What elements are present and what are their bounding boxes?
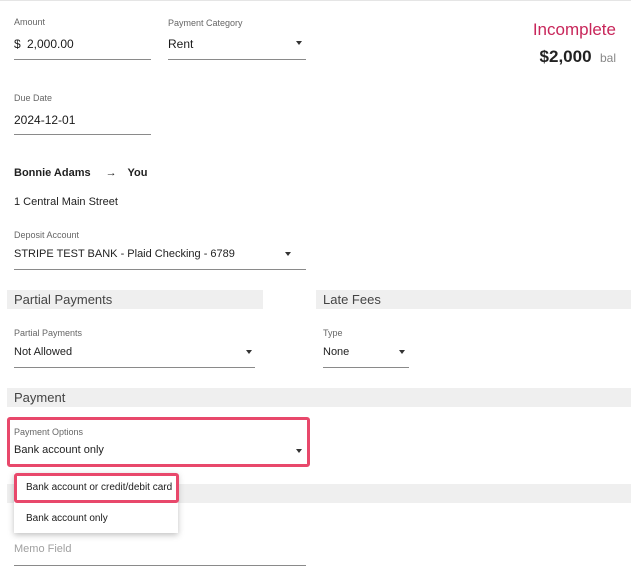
- deposit-account-label: Deposit Account: [14, 230, 80, 240]
- payment-category-label: Payment Category: [168, 18, 243, 28]
- chevron-down-icon: [296, 449, 302, 453]
- payment-options-label: Payment Options: [14, 427, 84, 437]
- late-fee-type-underline: [323, 367, 409, 368]
- due-date-field[interactable]: Due Date 2024-12-01: [14, 93, 151, 137]
- top-border: [0, 0, 631, 1]
- payment-options-value: Bank account only: [14, 444, 104, 456]
- partial-payments-underline: [14, 367, 255, 368]
- amount-value[interactable]: 2,000.00: [27, 37, 74, 51]
- late-fee-type-value: None: [323, 346, 350, 358]
- deposit-account-value: STRIPE TEST BANK - Plaid Checking - 6789: [14, 248, 235, 260]
- partial-payments-label: Partial Payments: [14, 328, 83, 338]
- chevron-down-icon: [296, 41, 302, 45]
- due-date-underline: [14, 134, 151, 135]
- chevron-down-icon: [285, 252, 291, 256]
- deposit-account-underline: [14, 269, 306, 270]
- menu-option-bank-only[interactable]: Bank account only: [26, 513, 108, 524]
- partial-payments-section-title: Partial Payments: [14, 292, 113, 307]
- partial-payments-section-header: Partial Payments: [7, 290, 263, 309]
- late-fees-section-title: Late Fees: [323, 292, 381, 307]
- payee-name: You: [127, 167, 148, 179]
- amount-label: Amount: [14, 17, 46, 27]
- due-date-label: Due Date: [14, 93, 53, 103]
- partial-payments-value: Not Allowed: [14, 346, 73, 358]
- memo-field[interactable]: Memo Field: [14, 540, 306, 568]
- amount-currency: $: [14, 37, 21, 51]
- late-fees-section-header: Late Fees: [316, 290, 631, 309]
- menu-option-bank-or-card[interactable]: Bank account or credit/debit card: [26, 482, 172, 493]
- balance-suffix: bal: [599, 51, 616, 65]
- memo-underline: [14, 565, 306, 566]
- parties-line: Bonnie Adams → You: [14, 167, 148, 179]
- balance-display: $2,000 bal: [540, 47, 616, 67]
- payment-section-header: Payment: [7, 388, 631, 407]
- payer-name: Bonnie Adams: [14, 167, 91, 179]
- partial-payments-select[interactable]: Partial Payments Not Allowed: [14, 327, 255, 369]
- payment-category-select[interactable]: Payment Category Rent: [168, 17, 306, 61]
- payment-options-select[interactable]: Payment Options Bank account only: [14, 425, 304, 463]
- arrow-right-icon: →: [105, 167, 117, 179]
- address-text: 1 Central Main Street: [14, 196, 118, 208]
- late-fee-type-label: Type: [323, 328, 343, 338]
- amount-underline: [14, 59, 151, 60]
- balance-amount: $2,000: [539, 47, 592, 66]
- due-date-value[interactable]: 2024-12-01: [14, 113, 75, 127]
- chevron-down-icon: [246, 350, 252, 354]
- payment-category-underline: [168, 59, 306, 60]
- memo-placeholder: Memo Field: [14, 543, 72, 555]
- late-fee-type-select[interactable]: Type None: [323, 327, 409, 369]
- amount-field[interactable]: Amount $ 2,000.00: [14, 17, 151, 61]
- payment-category-value: Rent: [168, 37, 194, 51]
- status-label: Incomplete: [532, 20, 616, 39]
- chevron-down-icon: [399, 350, 405, 354]
- deposit-account-select[interactable]: Deposit Account STRIPE TEST BANK - Plaid…: [14, 229, 306, 271]
- payment-section-title: Payment: [14, 390, 66, 405]
